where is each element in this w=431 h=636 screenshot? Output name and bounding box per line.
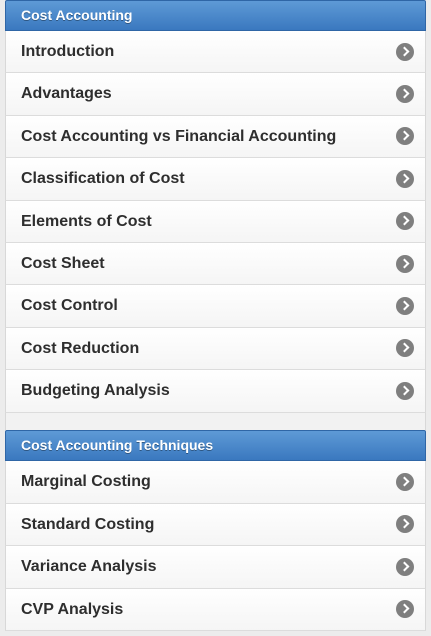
chevron-right-circle-icon: [396, 297, 414, 316]
menu-item-marginal-costing[interactable]: Marginal Costing: [5, 461, 426, 504]
section-cost-accounting-techniques: Cost Accounting Techniques Marginal Cost…: [5, 430, 426, 631]
menu-item-elements-of-cost[interactable]: Elements of Cost: [5, 200, 426, 243]
section-cost-accounting: Cost Accounting Introduction Advantages …: [5, 0, 426, 433]
chevron-right-circle-icon: [396, 85, 414, 104]
menu-item-classification-of-cost[interactable]: Classification of Cost: [5, 158, 426, 201]
chevron-right-circle-icon: [396, 515, 414, 534]
menu-item-variance-analysis[interactable]: Variance Analysis: [5, 546, 426, 589]
menu-item-cost-sheet[interactable]: Cost Sheet: [5, 242, 426, 286]
menu-item-label: Budgeting Analysis: [21, 382, 170, 400]
chevron-right-circle-icon: [396, 600, 414, 619]
chevron-right-circle-icon: [396, 557, 414, 576]
menu-item-label: Marginal Costing: [21, 473, 151, 490]
chevron-right-circle-icon: [396, 339, 414, 358]
chevron-right-circle-icon: [396, 472, 414, 491]
menu-item-label: Advantages: [21, 85, 112, 103]
menu-item-label: Cost Sheet: [21, 254, 105, 272]
menu-item-cost-reduction[interactable]: Cost Reduction: [5, 327, 426, 371]
menu-item-cvp-analysis[interactable]: CVP Analysis: [5, 588, 426, 631]
menu-item-label: Elements of Cost: [21, 212, 152, 230]
chevron-right-circle-icon: [396, 127, 414, 146]
chevron-right-circle-icon: [396, 169, 414, 188]
menu-item-introduction[interactable]: Introduction: [5, 31, 426, 74]
menu-item-label: Cost Reduction: [21, 339, 140, 357]
menu-list: Marginal Costing Standard Costing Varian…: [5, 461, 426, 631]
menu-item-cost-vs-financial[interactable]: Cost Accounting vs Financial Accounting: [5, 115, 426, 159]
section-header: Cost Accounting: [5, 0, 426, 31]
menu-list: Introduction Advantages Cost Accounting …: [5, 31, 426, 413]
menu-item-label: Variance Analysis: [21, 558, 157, 575]
chevron-right-circle-icon: [396, 42, 414, 61]
menu-item-label: Introduction: [21, 43, 115, 60]
chevron-right-circle-icon: [396, 212, 414, 231]
menu-item-label: Cost Accounting vs Financial Accounting: [21, 127, 337, 145]
menu-item-budgeting-analysis[interactable]: Budgeting Analysis: [5, 370, 426, 413]
menu-item-label: Standard Costing: [21, 515, 155, 533]
menu-item-standard-costing[interactable]: Standard Costing: [5, 503, 426, 546]
menu-item-label: Cost Control: [21, 297, 118, 315]
chevron-right-circle-icon: [396, 254, 414, 273]
chevron-right-circle-icon: [396, 381, 414, 400]
menu-item-label: CVP Analysis: [21, 600, 124, 618]
section-header: Cost Accounting Techniques: [5, 430, 426, 461]
menu-item-cost-control[interactable]: Cost Control: [5, 285, 426, 328]
menu-item-label: Classification of Cost: [21, 170, 185, 188]
menu-item-advantages[interactable]: Advantages: [5, 73, 426, 116]
